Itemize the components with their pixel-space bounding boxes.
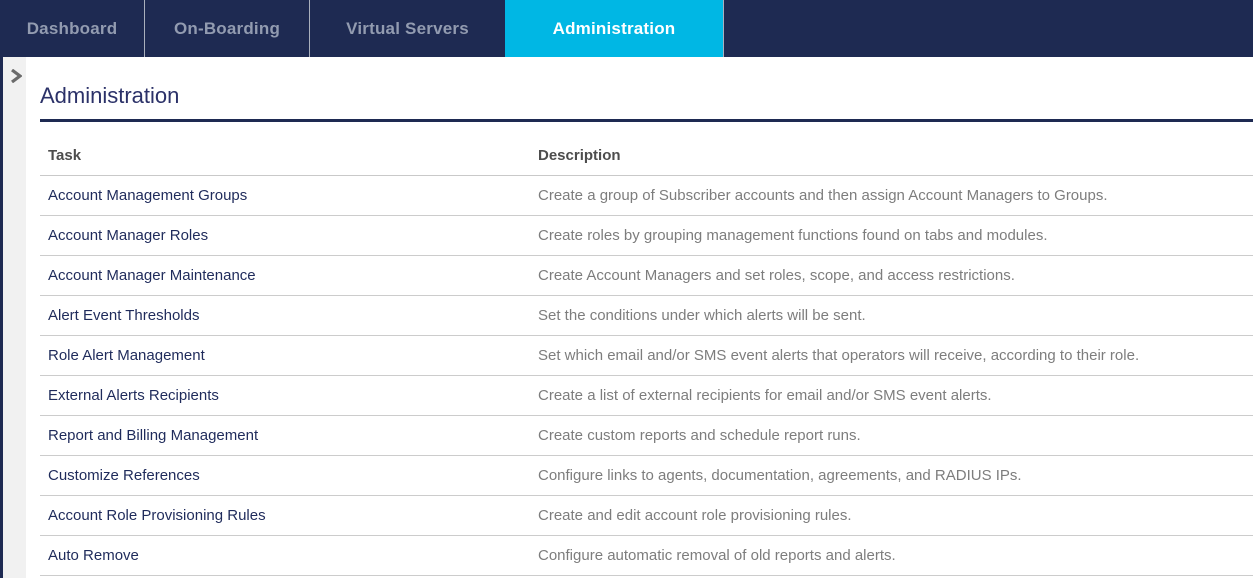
nav-tab-divider	[723, 0, 724, 57]
nav-tab-dashboard[interactable]: Dashboard	[0, 0, 144, 57]
table-row: Account Manager Maintenance Create Accou…	[40, 256, 1253, 296]
task-description: Create a list of external recipients for…	[530, 376, 1253, 416]
column-header-description: Description	[530, 135, 1253, 176]
task-link[interactable]: Alert Event Thresholds	[40, 296, 530, 336]
task-description: Set which email and/or SMS event alerts …	[530, 336, 1253, 376]
task-description: Create Account Managers and set roles, s…	[530, 256, 1253, 296]
top-nav: Dashboard On-Boarding Virtual Servers Ad…	[0, 0, 1253, 57]
nav-tab-on-boarding[interactable]: On-Boarding	[145, 0, 309, 57]
task-description: Configure links to agents, documentation…	[530, 456, 1253, 496]
nav-tab-administration[interactable]: Administration	[505, 0, 723, 57]
task-link[interactable]: Account Management Groups	[40, 176, 530, 216]
task-link[interactable]: Account Manager Roles	[40, 216, 530, 256]
table-row: Customize References Configure links to …	[40, 456, 1253, 496]
table-row: Auto Remove Configure automatic removal …	[40, 536, 1253, 576]
title-underline	[40, 119, 1253, 122]
sidebar-expand-button[interactable]	[7, 67, 25, 85]
task-description: Create and edit account role provisionin…	[530, 496, 1253, 536]
task-description: Create a group of Subscriber accounts an…	[530, 176, 1253, 216]
collapsed-sidebar	[0, 57, 26, 578]
table-row: Role Alert Management Set which email an…	[40, 336, 1253, 376]
task-description: Set the conditions under which alerts wi…	[530, 296, 1253, 336]
task-link[interactable]: Role Alert Management	[40, 336, 530, 376]
table-row: Account Role Provisioning Rules Create a…	[40, 496, 1253, 536]
task-link[interactable]: Report and Billing Management	[40, 416, 530, 456]
table-row: External Alerts Recipients Create a list…	[40, 376, 1253, 416]
task-link[interactable]: Customize References	[40, 456, 530, 496]
task-link[interactable]: Auto Remove	[40, 536, 530, 576]
nav-tab-virtual-servers[interactable]: Virtual Servers	[310, 0, 505, 57]
table-row: Alert Event Thresholds Set the condition…	[40, 296, 1253, 336]
task-description: Create roles by grouping management func…	[530, 216, 1253, 256]
column-header-task: Task	[40, 135, 530, 176]
task-description: Configure automatic removal of old repor…	[530, 536, 1253, 576]
table-header-row: Task Description	[40, 135, 1253, 176]
task-link[interactable]: Account Manager Maintenance	[40, 256, 530, 296]
table-row: Account Management Groups Create a group…	[40, 176, 1253, 216]
admin-task-table: Task Description Account Management Grou…	[40, 135, 1253, 576]
task-link[interactable]: External Alerts Recipients	[40, 376, 530, 416]
page-title: Administration	[40, 83, 1253, 109]
page-content: Administration Task Description Account …	[26, 57, 1253, 578]
app-window: Dashboard On-Boarding Virtual Servers Ad…	[0, 0, 1253, 578]
table-row: Account Manager Roles Create roles by gr…	[40, 216, 1253, 256]
main-area: Administration Task Description Account …	[0, 57, 1253, 578]
task-link[interactable]: Account Role Provisioning Rules	[40, 496, 530, 536]
task-description: Create custom reports and schedule repor…	[530, 416, 1253, 456]
table-row: Report and Billing Management Create cus…	[40, 416, 1253, 456]
chevron-right-icon	[10, 69, 22, 83]
